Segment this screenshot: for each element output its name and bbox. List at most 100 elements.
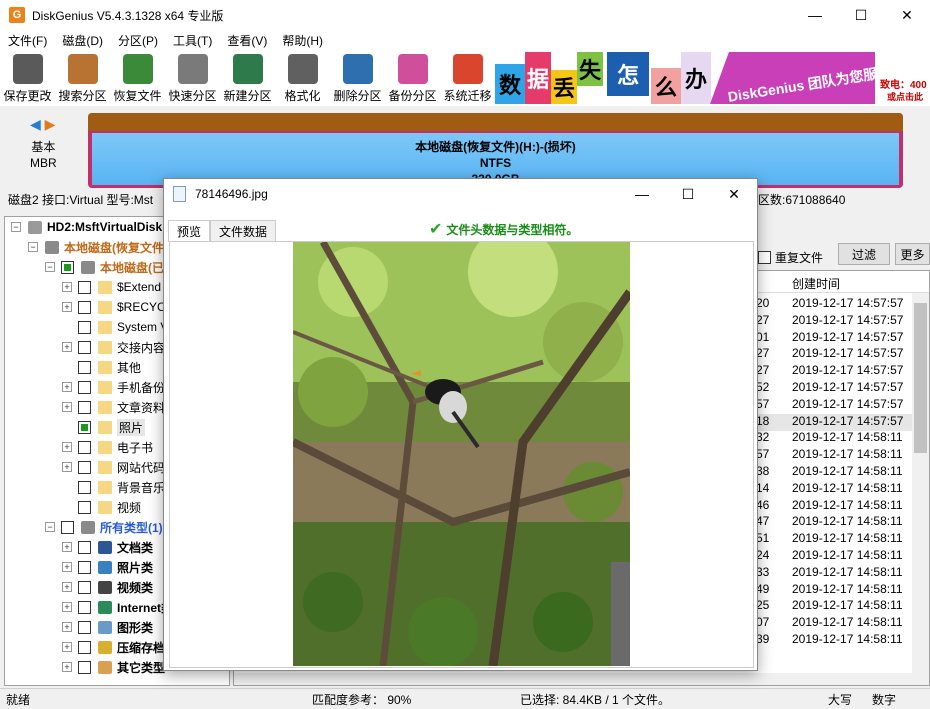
tree-checkbox[interactable] <box>78 480 91 494</box>
expand-icon[interactable]: + <box>62 462 72 472</box>
tree-checkbox[interactable] <box>78 660 91 674</box>
maximize-button[interactable]: ☐ <box>838 0 884 30</box>
more-button[interactable]: 更多 <box>895 243 930 265</box>
expand-icon[interactable]: + <box>62 282 72 292</box>
toolbar-button-0[interactable]: 保存更改 <box>0 50 55 106</box>
toolbar-button-2[interactable]: 恢复文件 <box>110 50 165 106</box>
tree-checkbox[interactable] <box>78 360 91 374</box>
magnifier-icon <box>67 54 98 84</box>
folder-icon <box>98 360 112 374</box>
dialog-close-button[interactable]: ✕ <box>711 179 757 209</box>
tree-node-label: 图形类 <box>117 620 154 635</box>
horizontal-scrollbar[interactable] <box>234 673 914 685</box>
cell-partial: 51 <box>756 531 770 546</box>
toolbar-label: 恢复文件 <box>113 89 162 103</box>
status-num: 数字 <box>872 692 897 707</box>
tab-preview[interactable]: 预览 <box>168 220 211 242</box>
filter-button[interactable]: 过滤 <box>838 243 890 265</box>
expand-icon[interactable]: + <box>62 662 72 672</box>
cell-partial: 27 <box>756 363 770 378</box>
toolbar-button-6[interactable]: 删除分区 <box>330 50 385 106</box>
duplicate-files-checkbox[interactable]: 重复文件 <box>758 249 823 266</box>
expand-icon[interactable]: + <box>62 342 72 352</box>
cell-created-time: 2019-12-17 14:58:11 <box>792 497 903 512</box>
toolbar-button-1[interactable]: 搜索分区 <box>55 50 110 106</box>
expand-icon[interactable]: + <box>62 302 72 312</box>
tree-checkbox[interactable] <box>78 600 91 614</box>
dialog-minimize-button[interactable]: — <box>619 179 665 209</box>
expand-icon[interactable]: + <box>62 382 72 392</box>
banner-char: 么 <box>651 68 681 104</box>
expand-icon[interactable]: + <box>62 542 72 552</box>
tree-checkbox[interactable] <box>78 420 91 434</box>
expand-icon[interactable]: + <box>62 442 72 452</box>
tree-checkbox[interactable] <box>78 280 91 294</box>
cell-partial: 14 <box>756 480 770 495</box>
tree-checkbox[interactable] <box>78 580 91 594</box>
collapse-icon[interactable]: − <box>45 522 55 532</box>
vertical-scrollbar[interactable] <box>912 293 929 685</box>
toolbar-button-4[interactable]: 新建分区 <box>220 50 275 106</box>
tree-checkbox[interactable] <box>78 500 91 514</box>
collapse-icon[interactable]: − <box>11 222 21 232</box>
toolbar-button-7[interactable]: 备份分区 <box>385 50 440 106</box>
collapse-icon[interactable]: − <box>28 242 38 252</box>
tree-checkbox[interactable] <box>61 520 74 534</box>
cell-partial: 47 <box>756 514 770 529</box>
recover-box-icon <box>122 54 153 84</box>
dialog-title: 78146496.jpg <box>195 187 268 201</box>
tree-checkbox[interactable] <box>78 640 91 654</box>
prev-disk-icon[interactable]: ◀ <box>30 116 41 132</box>
tree-checkbox[interactable] <box>78 320 91 334</box>
banner-click-text: 或点击此按 <box>887 92 924 102</box>
cell-created-time: 2019-12-17 14:57:57 <box>792 329 904 344</box>
toolbar-button-8[interactable]: 系统迁移 <box>440 50 495 106</box>
minimize-button[interactable]: — <box>792 0 838 30</box>
collapse-icon[interactable]: − <box>45 262 55 272</box>
promo-banner[interactable]: 办么怎失丢据数 DiskGenius 团队为您服务 致电：400 或点击此按 <box>495 52 930 104</box>
menu-tools[interactable]: 工具(T) <box>165 32 219 49</box>
toolbar-button-3[interactable]: 快速分区 <box>165 50 220 106</box>
tree-checkbox[interactable] <box>78 460 91 474</box>
menu-view[interactable]: 查看(V) <box>219 32 274 49</box>
next-disk-icon[interactable]: ▶ <box>45 116 56 132</box>
expand-icon[interactable]: + <box>62 582 72 592</box>
expand-icon[interactable]: + <box>62 562 72 572</box>
menu-help[interactable]: 帮助(H) <box>274 32 330 49</box>
toolbar-label: 删除分区 <box>333 89 382 103</box>
dialog-maximize-button[interactable]: ☐ <box>665 179 711 209</box>
tree-checkbox[interactable] <box>78 400 91 414</box>
tree-node-label: 交接内容 <box>117 340 166 355</box>
expand-icon[interactable]: + <box>62 602 72 612</box>
col-created-time[interactable]: 创建时间 <box>792 275 840 292</box>
menu-file[interactable]: 文件(F) <box>0 32 54 49</box>
tree-checkbox[interactable] <box>78 560 91 574</box>
partition-bar[interactable]: 本地磁盘(恢复文件)(H:)-(损坏) NTFS 320.0GB <box>88 113 903 188</box>
toolbar-button-5[interactable]: 格式化 <box>275 50 330 106</box>
expand-icon[interactable]: + <box>62 402 72 412</box>
tree-node-label: 照片类 <box>117 560 154 575</box>
video-icon <box>98 580 112 594</box>
tree-checkbox[interactable] <box>78 620 91 634</box>
duplicate-checkbox-box[interactable] <box>758 251 771 264</box>
cell-partial: 18 <box>756 413 770 428</box>
tree-checkbox[interactable] <box>78 440 91 454</box>
expand-icon[interactable]: + <box>62 642 72 652</box>
preview-area <box>169 241 754 668</box>
tab-file-data[interactable]: 文件数据 <box>210 220 277 241</box>
scroll-thumb[interactable] <box>914 303 927 453</box>
tree-checkbox[interactable] <box>78 380 91 394</box>
expand-icon[interactable]: + <box>62 622 72 632</box>
disk-sectors: 区数:671088640 <box>758 192 846 207</box>
status-bar: 就绪 匹配度参考： 90% 已选择: 84.4KB / 1 个文件。 大写 数字 <box>0 688 930 709</box>
tree-checkbox[interactable] <box>78 540 91 554</box>
menu-partition[interactable]: 分区(P) <box>110 32 165 49</box>
tree-node-label: 所有类型(1) <box>100 520 163 535</box>
tree-checkbox[interactable] <box>78 340 91 354</box>
menu-disk[interactable]: 磁盘(D) <box>54 32 110 49</box>
tree-checkbox[interactable] <box>78 300 91 314</box>
dialog-tabs: 预览 文件数据 <box>168 220 277 242</box>
close-button[interactable]: ✕ <box>884 0 930 30</box>
status-selected: 已选择: 84.4KB / 1 个文件。 <box>520 692 671 707</box>
tree-checkbox[interactable] <box>61 260 74 274</box>
